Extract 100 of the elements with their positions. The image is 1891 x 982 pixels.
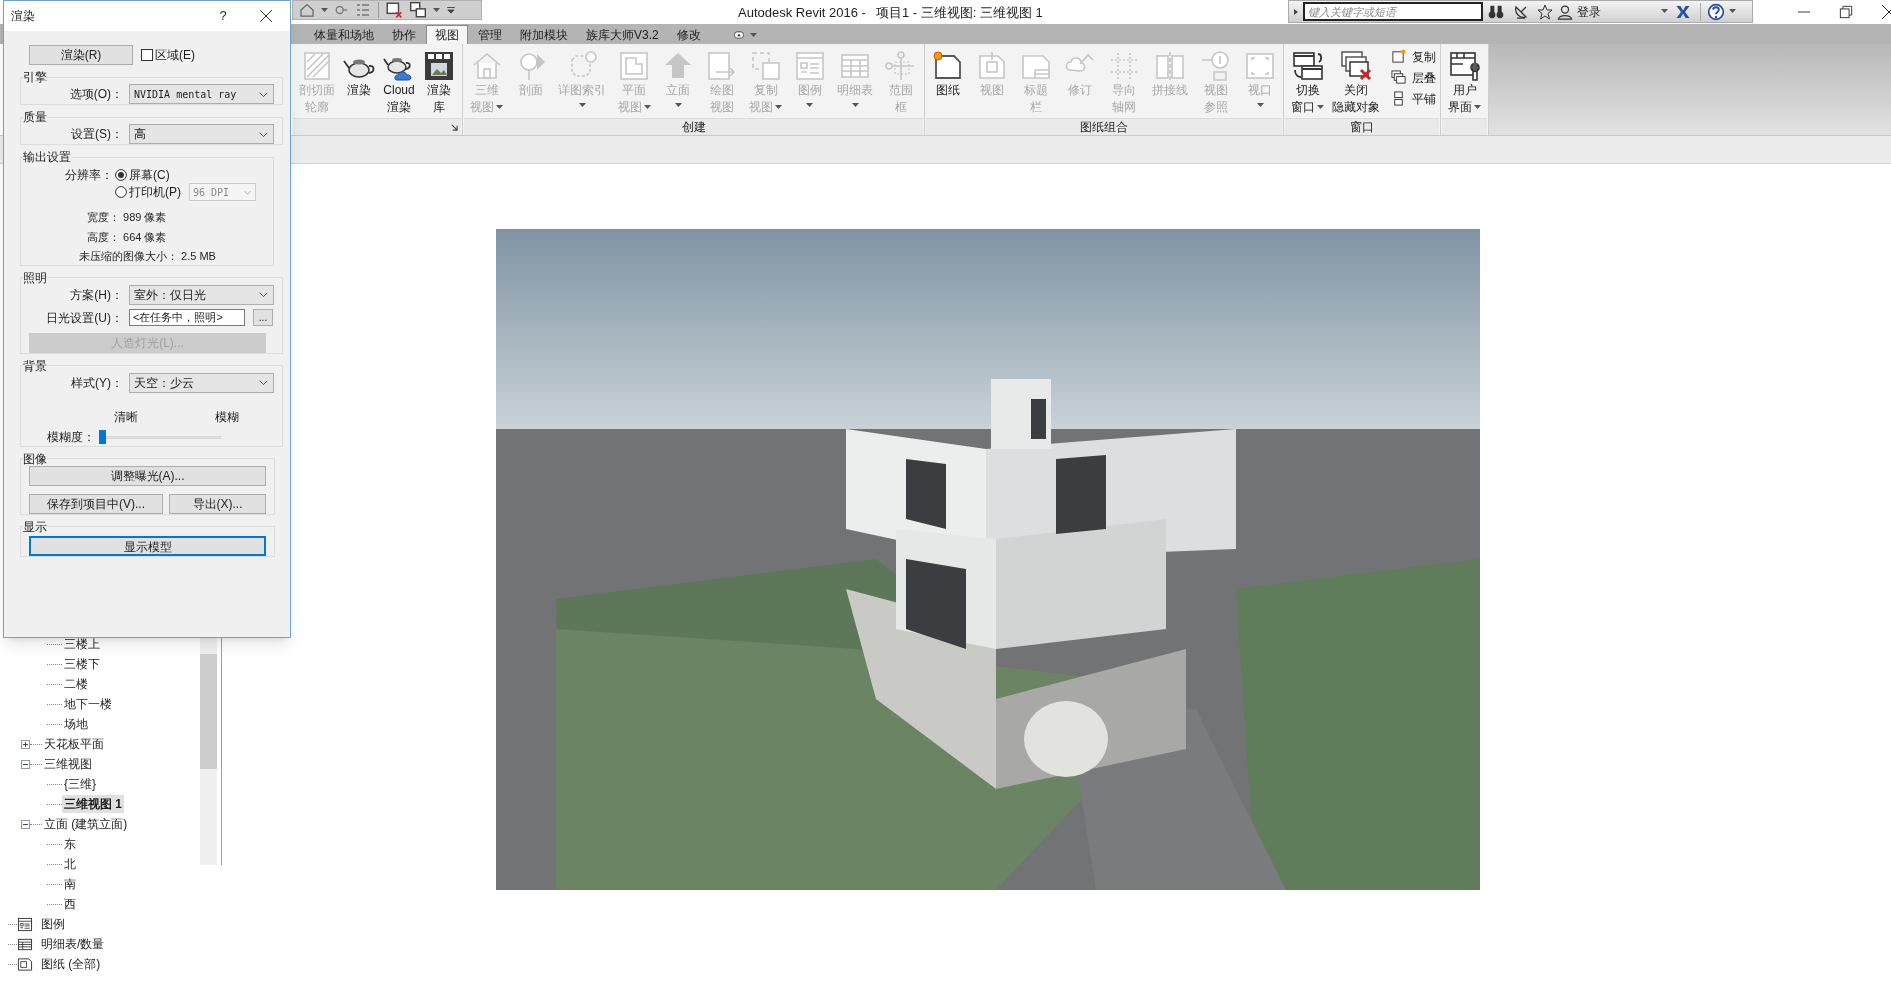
tree-item[interactable]: 三楼上 — [62, 635, 102, 653]
gallery-icon — [423, 50, 455, 82]
dropdown[interactable]: 室外：仅日光 — [129, 284, 274, 305]
tree-item[interactable]: 东 — [62, 835, 78, 853]
ribbon-tab[interactable]: 附加模块 — [512, 25, 576, 44]
help-icon — [1707, 2, 1725, 21]
hatched-sheet-icon — [301, 50, 333, 82]
collapse-icon[interactable] — [21, 759, 30, 769]
exchange-logo-icon — [1674, 3, 1692, 20]
tree-item[interactable]: 二楼 — [62, 675, 90, 693]
viewport-icon — [1244, 50, 1276, 82]
dropdown[interactable]: 天空：少云 — [129, 372, 274, 393]
dropdown[interactable]: 高 — [129, 124, 274, 144]
sign-in-link[interactable]: 登录 — [1577, 2, 1601, 21]
ribbon-small-button[interactable]: 层叠 — [1391, 69, 1436, 86]
restore-icon — [1839, 5, 1853, 19]
dropdown[interactable]: NVIDIA mental ray — [129, 84, 274, 104]
legend-icon — [793, 50, 826, 82]
tile-windows-icon — [1391, 91, 1406, 106]
tree-item[interactable]: 南 — [62, 875, 78, 893]
tree-item[interactable]: 图纸 (全部) — [39, 955, 103, 973]
search-field[interactable]: 键入关键字或短语 — [1303, 2, 1483, 21]
ribbon-button[interactable]: 切换 窗口 — [1288, 44, 1327, 116]
radio-button[interactable] — [115, 186, 127, 198]
floor-plan-icon — [618, 50, 651, 82]
ribbon-button[interactable]: 图纸 — [929, 44, 967, 99]
ribbon-button[interactable]: 渲染 库 — [420, 44, 458, 116]
ribbon-tab[interactable]: 体量和场地 — [306, 25, 382, 44]
tree-item[interactable]: 三维视图 — [42, 755, 94, 773]
dialog-launcher-icon[interactable] — [451, 124, 458, 131]
close-windows-icon — [1340, 50, 1372, 82]
ribbon-button[interactable]: Cloud 渲染 — [380, 44, 418, 116]
tree-item[interactable]: 立面 (建筑立面) — [42, 815, 130, 833]
ribbon-tab[interactable]: 族库大师V3.2 — [578, 25, 667, 44]
ribbon-tab[interactable]: 协作 — [384, 25, 424, 44]
slider-thumb[interactable] — [99, 429, 106, 444]
dashed-grid-icon — [1108, 50, 1140, 82]
caret-icon — [321, 7, 328, 13]
help-button[interactable]: ? — [213, 6, 233, 26]
checkbox-label: 区域(E) — [155, 47, 195, 64]
switch-windows-icon — [1291, 50, 1324, 82]
sheet-star-icon — [932, 50, 964, 82]
ribbon-small-button[interactable]: 平铺 — [1391, 90, 1436, 107]
radio-label: 屏幕(C) — [129, 166, 170, 184]
ribbon-button[interactable]: 渲染 — [340, 44, 378, 99]
ribbon-tab[interactable]: 管理 — [470, 25, 510, 44]
crosshair-icon — [884, 50, 917, 82]
field-label: 设置(S)： — [70, 126, 123, 143]
field-label: 模糊度： — [46, 428, 95, 446]
expand-arrow-icon — [1292, 6, 1300, 17]
text-field[interactable]: <在任务中，照明> — [129, 309, 245, 326]
sheet-icon — [17, 956, 33, 972]
expand-icon[interactable] — [21, 739, 30, 749]
tree-item[interactable]: 天花板平面 — [42, 735, 106, 753]
ribbon-tab[interactable]: 修改 — [668, 25, 709, 44]
radio-button[interactable] — [115, 168, 127, 181]
panel-title: 窗口 — [1350, 119, 1374, 136]
sheet-icon — [976, 50, 1008, 82]
group-title: 质量 — [23, 110, 47, 124]
matchline-icon — [1154, 50, 1186, 82]
field-label: 选项(O)： — [68, 86, 123, 103]
tree-item[interactable]: 地下一楼 — [62, 695, 114, 713]
tree-item[interactable]: {三维} — [62, 775, 98, 793]
tree-item[interactable]: 三楼下 — [62, 655, 102, 673]
info-text: 未压缩的图像大小： 2.5 MB — [79, 249, 216, 264]
field-label: 样式(Y)： — [70, 374, 123, 392]
close-window-icon — [385, 1, 403, 19]
info-text: 高度： 664 像素 — [86, 229, 167, 245]
tree-item[interactable]: 场地 — [62, 715, 90, 733]
field-label: 分辨率： — [64, 167, 113, 184]
dialog-title: 渲染 — [11, 8, 35, 25]
ribbon-button[interactable]: 用户 界面 — [1445, 44, 1484, 116]
slider-label: 模糊 — [215, 408, 239, 426]
tree-item[interactable]: 明细表/数量 — [39, 935, 107, 953]
table-icon — [17, 936, 33, 952]
ribbon-tab[interactable]: 视图 — [426, 25, 468, 44]
dialog-button[interactable]: 渲染(R) — [29, 45, 133, 65]
tree-item[interactable]: 图例 — [39, 915, 67, 933]
window-wrench-icon — [1448, 50, 1481, 82]
browse-button[interactable]: ... — [253, 309, 273, 326]
tree-item[interactable]: 北 — [62, 855, 78, 873]
tree-item[interactable]: 三维视图 1 — [62, 795, 124, 813]
caret-icon — [433, 7, 440, 13]
panel-title: 创建 — [681, 119, 706, 136]
ribbon-small-button[interactable]: 复制 — [1391, 48, 1436, 65]
group-title: 输出设置 — [23, 150, 71, 164]
dialog-button[interactable]: 调整曝光(A)... — [29, 465, 266, 486]
collapse-icon[interactable] — [21, 819, 30, 829]
ribbon-button[interactable]: 关闭 隐藏对象 — [1329, 44, 1383, 116]
cascade-windows-icon — [1391, 70, 1406, 85]
tree-item[interactable]: 西 — [62, 895, 78, 913]
checkbox[interactable] — [141, 49, 153, 61]
slider-label: 清晰 — [114, 408, 138, 426]
switch-windows-icon — [409, 1, 427, 19]
pin-icon — [334, 3, 348, 17]
dialog-button[interactable]: 保存到项目中(V)... — [29, 493, 163, 514]
dialog-button[interactable]: 显示模型 — [29, 535, 266, 556]
caret-icon — [1661, 9, 1668, 14]
dialog-button[interactable]: 导出(X)... — [169, 493, 266, 514]
caret-icon — [749, 32, 757, 38]
